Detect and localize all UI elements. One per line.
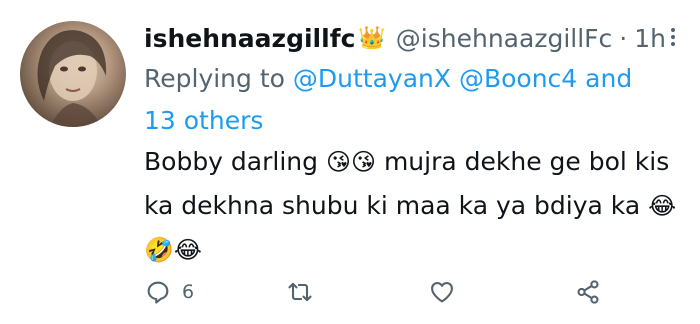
share-icon: [577, 280, 599, 304]
reply-button[interactable]: 6: [144, 272, 194, 312]
tweet-text: Bobby darling 😘😘 mujra dekhe ge bol kis …: [144, 140, 684, 272]
kiss-emoji: 😘😘: [325, 148, 376, 176]
avatar-image: [37, 30, 107, 127]
replying-to: Replying to @DuttayanX @Boonc4 and 13 ot…: [144, 58, 664, 142]
tweet-header: ishehnaazgillfc 👑 @ishehnaazgillFc · 1h: [144, 18, 666, 58]
action-bar: 6: [144, 272, 664, 312]
more-options-button[interactable]: [660, 24, 686, 50]
mention-link[interactable]: @DuttayanX: [293, 64, 451, 93]
replying-to-label: Replying to: [144, 64, 285, 93]
crown-emoji: 👑: [358, 25, 386, 51]
tweet-text-part: Bobby darling: [144, 147, 318, 176]
avatar[interactable]: [20, 21, 126, 127]
retweet-button[interactable]: [286, 272, 324, 312]
laughing-emoji: 🤣😂: [144, 236, 202, 264]
more-icon: [671, 28, 675, 46]
retweet-icon: [288, 282, 312, 302]
like-icon: [431, 281, 453, 303]
reply-count: 6: [182, 281, 195, 303]
user-handle[interactable]: @ishehnaazgillFc: [396, 24, 612, 53]
reply-icon: [147, 281, 169, 304]
like-button[interactable]: [428, 272, 466, 312]
laughing-emoji: 😂: [648, 192, 677, 220]
separator-dot: ·: [619, 23, 628, 53]
display-name[interactable]: ishehnaazgillfc: [144, 24, 355, 53]
mention-link[interactable]: @Boonc4: [459, 64, 577, 93]
share-button[interactable]: [574, 272, 602, 312]
